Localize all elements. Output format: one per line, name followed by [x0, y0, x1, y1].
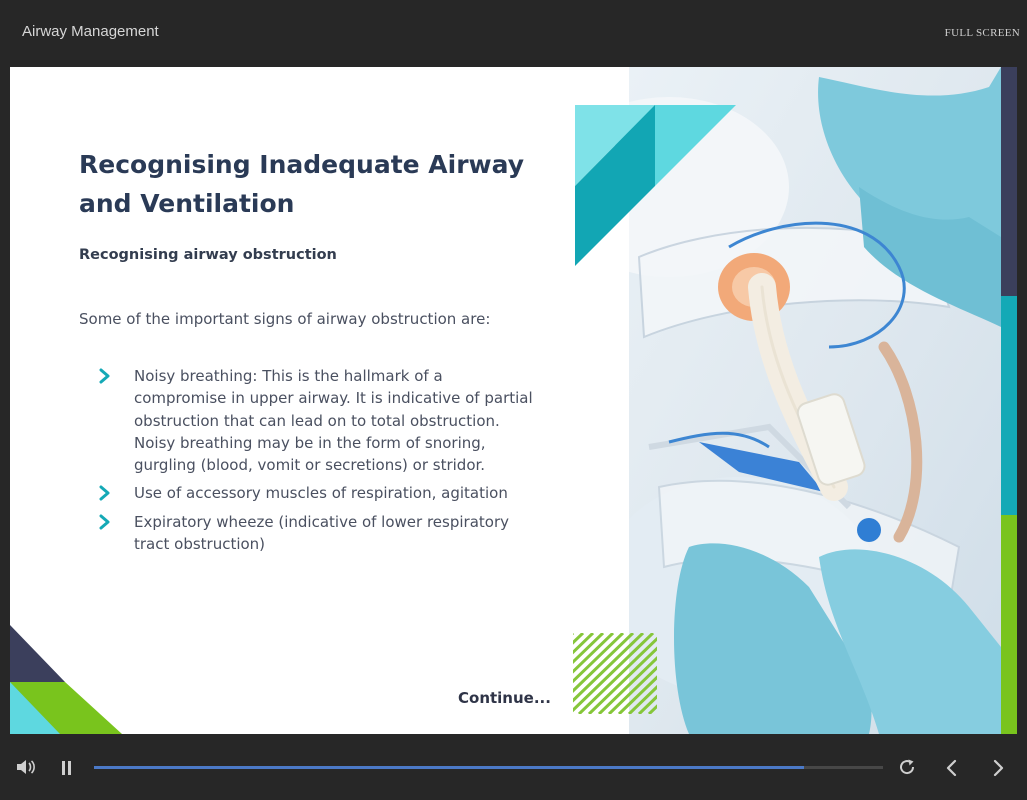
player-controls	[0, 734, 1027, 800]
top-bar: Airway Management FULL SCREEN	[0, 0, 1027, 67]
course-title: Airway Management	[22, 23, 159, 40]
decorative-triangles	[575, 105, 736, 266]
chevron-right-icon[interactable]	[992, 759, 1006, 777]
chevron-right-icon	[99, 368, 110, 384]
progress-bar[interactable]	[94, 766, 883, 769]
continue-link[interactable]: Continue...	[458, 689, 551, 707]
fullscreen-button[interactable]: FULL SCREEN	[945, 27, 1020, 39]
slide-subheading: Recognising airway obstruction	[79, 247, 337, 263]
progress-fill	[94, 766, 805, 769]
list-item: Use of accessory muscles of respiration,…	[99, 482, 539, 504]
chevron-right-icon	[99, 485, 110, 501]
chevron-right-icon	[99, 514, 110, 530]
slide-heading: Recognising Inadequate Airway and Ventil…	[79, 150, 525, 218]
accent-strip-teal	[1001, 296, 1017, 515]
list-item: Expiratory wheeze (indicative of lower r…	[99, 511, 539, 556]
bullet-text: Expiratory wheeze (indicative of lower r…	[134, 512, 509, 554]
decorative-stripes	[573, 633, 657, 714]
slide: Recognising Inadequate Airway and Ventil…	[10, 67, 1017, 734]
bullet-text: Noisy breathing: This is the hallmark of…	[134, 367, 533, 475]
replay-icon[interactable]	[898, 758, 916, 776]
pause-icon[interactable]	[60, 760, 74, 776]
bullet-text: Use of accessory muscles of respiration,…	[134, 484, 508, 503]
intro-text: Some of the important signs of airway ob…	[79, 310, 491, 328]
accent-strip-navy	[1001, 67, 1017, 296]
bullet-list: Noisy breathing: This is the hallmark of…	[99, 365, 539, 561]
decorative-corner	[10, 625, 122, 734]
speaker-icon[interactable]	[16, 758, 36, 776]
list-item: Noisy breathing: This is the hallmark of…	[99, 365, 539, 476]
chevron-left-icon[interactable]	[944, 759, 958, 777]
accent-strip-green	[1001, 515, 1017, 734]
